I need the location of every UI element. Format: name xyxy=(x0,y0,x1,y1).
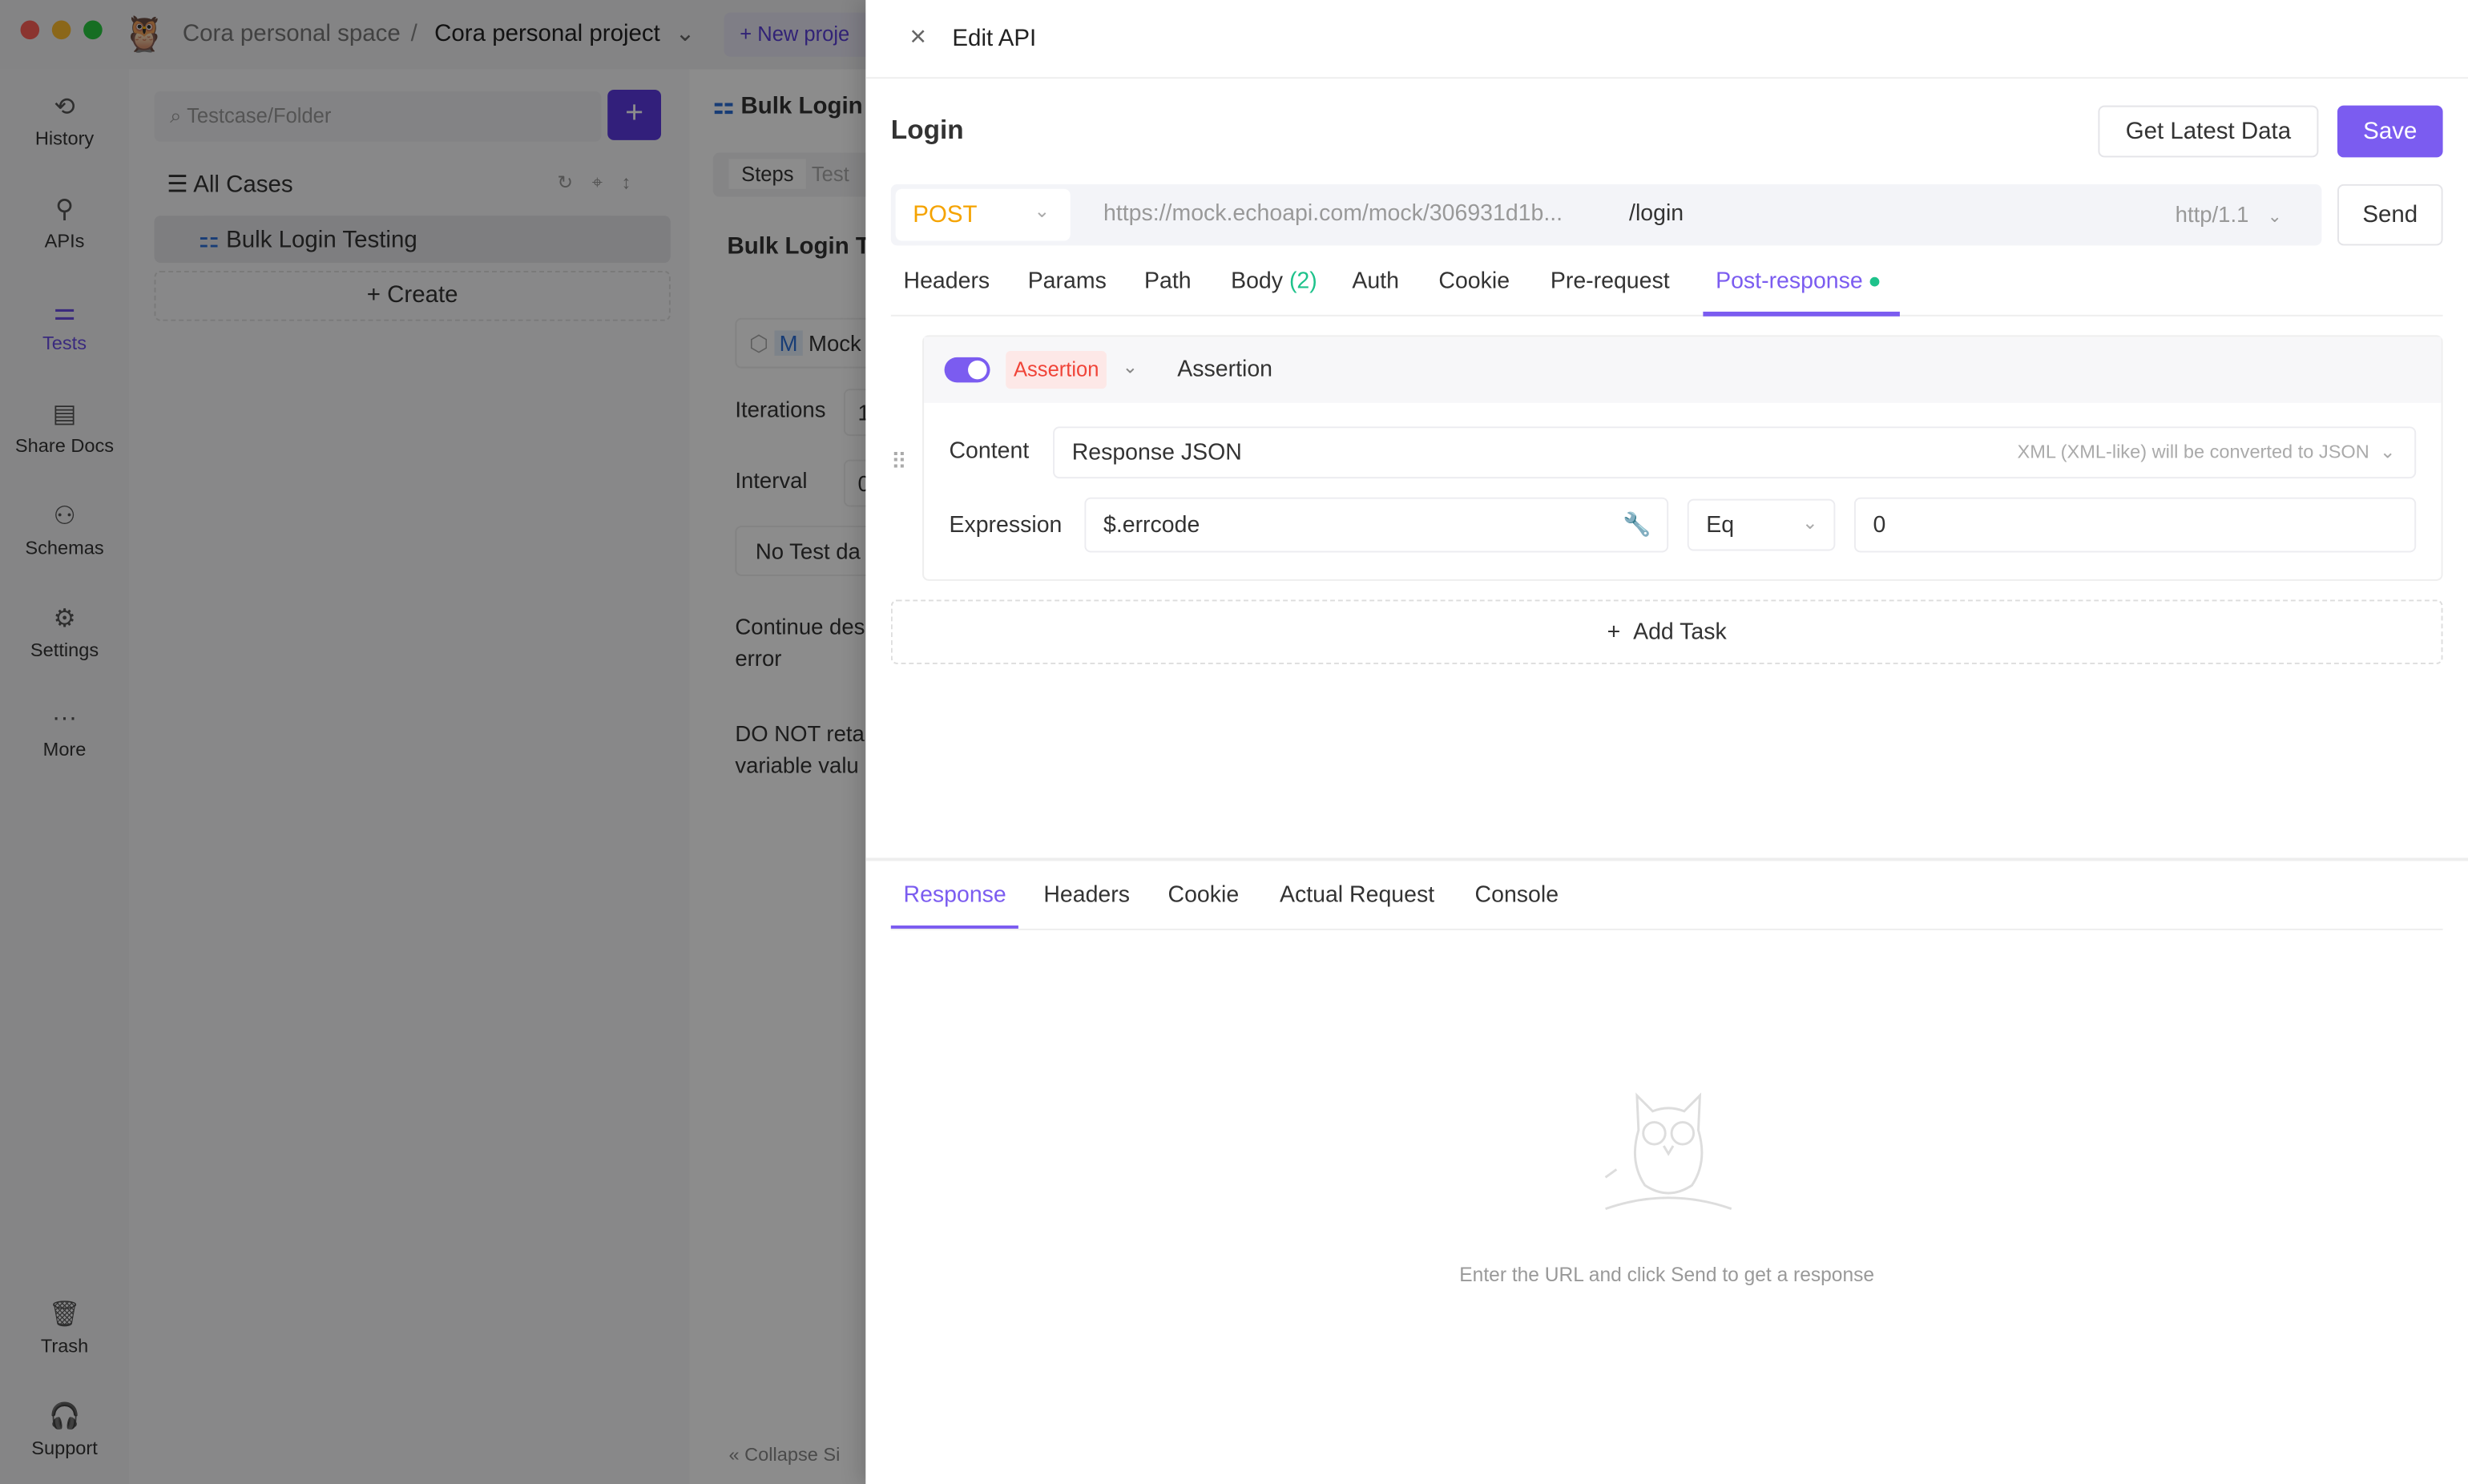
tab-response[interactable]: Response xyxy=(904,883,1006,908)
content-select[interactable]: Response JSON XML (XML-like) will be conv… xyxy=(1053,426,2417,479)
base-url[interactable]: https://mock.echoapi.com/mock/306931d1b.… xyxy=(1103,201,1563,226)
tab-path[interactable]: Path xyxy=(1144,269,1192,294)
save-button[interactable]: Save xyxy=(2337,105,2443,158)
drawer-header: × Edit API xyxy=(865,0,2468,79)
chevron-down-icon: ⌄ xyxy=(1802,511,1818,534)
status-dot xyxy=(1869,277,1879,287)
expression-label: Expression xyxy=(949,513,1063,538)
tab-response-headers[interactable]: Headers xyxy=(1043,883,1130,908)
divider xyxy=(890,314,2443,317)
close-icon[interactable]: × xyxy=(909,21,926,54)
chevron-down-icon[interactable]: ⌄ xyxy=(1123,356,1139,378)
tab-response-cookie[interactable]: Cookie xyxy=(1168,883,1240,908)
tab-actual-request[interactable]: Actual Request xyxy=(1280,883,1434,908)
assertion-task: Assertion ⌄ Assertion Content Response J… xyxy=(922,335,2443,581)
operator-select[interactable]: Eq ⌄ xyxy=(1687,498,1836,551)
tab-post-response[interactable]: Post-response xyxy=(1716,269,1879,294)
drawer-title: Edit API xyxy=(952,25,1037,52)
edit-api-drawer: × Edit API Login Get Latest Data Save PO… xyxy=(865,0,2468,1484)
method-select[interactable]: POST ⌄ xyxy=(895,188,1071,241)
owl-empty-illustration-icon xyxy=(1604,1092,1732,1210)
chevron-down-icon: ⌄ xyxy=(1034,200,1051,222)
task-header: Assertion ⌄ Assertion xyxy=(924,337,2442,403)
expected-value-input[interactable]: 0 xyxy=(1853,497,2417,553)
active-tab-indicator xyxy=(1703,311,1900,317)
tab-cookie[interactable]: Cookie xyxy=(1438,269,1510,294)
protocol-select[interactable]: http/1.1 ⌄ xyxy=(2176,201,2282,226)
drag-handle-icon[interactable]: ⠿ xyxy=(891,449,907,475)
url-bar: POST ⌄ https://mock.echoapi.com/mock/3069… xyxy=(890,183,2322,246)
api-name[interactable]: Login xyxy=(891,115,964,146)
active-tab-indicator xyxy=(890,925,1018,929)
send-button[interactable]: Send xyxy=(2337,183,2443,246)
wrench-icon[interactable]: 🔧 xyxy=(1623,511,1651,538)
task-toggle[interactable] xyxy=(944,357,990,383)
divider xyxy=(890,928,2443,930)
get-latest-data-button[interactable]: Get Latest Data xyxy=(2098,105,2319,158)
expression-input[interactable]: $.errcode 🔧 xyxy=(1084,497,1669,553)
tab-headers[interactable]: Headers xyxy=(904,269,990,294)
content-hint: XML (XML-like) will be converted to JSON… xyxy=(2017,441,2396,463)
tab-console[interactable]: Console xyxy=(1475,883,1559,908)
content-label: Content xyxy=(949,439,1030,465)
panel-divider[interactable] xyxy=(865,857,2468,861)
modal-backdrop[interactable] xyxy=(0,0,866,1484)
tab-auth[interactable]: Auth xyxy=(1352,269,1399,294)
task-name[interactable]: Assertion xyxy=(1177,357,1272,382)
empty-response-text: Enter the URL and click Send to get a re… xyxy=(1459,1264,1875,1286)
tab-pre-request[interactable]: Pre-request xyxy=(1551,269,1670,294)
tab-params[interactable]: Params xyxy=(1028,269,1107,294)
add-task-button[interactable]: + Add Task xyxy=(890,599,2443,664)
tab-body[interactable]: Body (2) xyxy=(1231,269,1317,294)
url-path-input[interactable]: /login xyxy=(1629,201,1684,226)
assertion-badge: Assertion xyxy=(1006,351,1107,389)
